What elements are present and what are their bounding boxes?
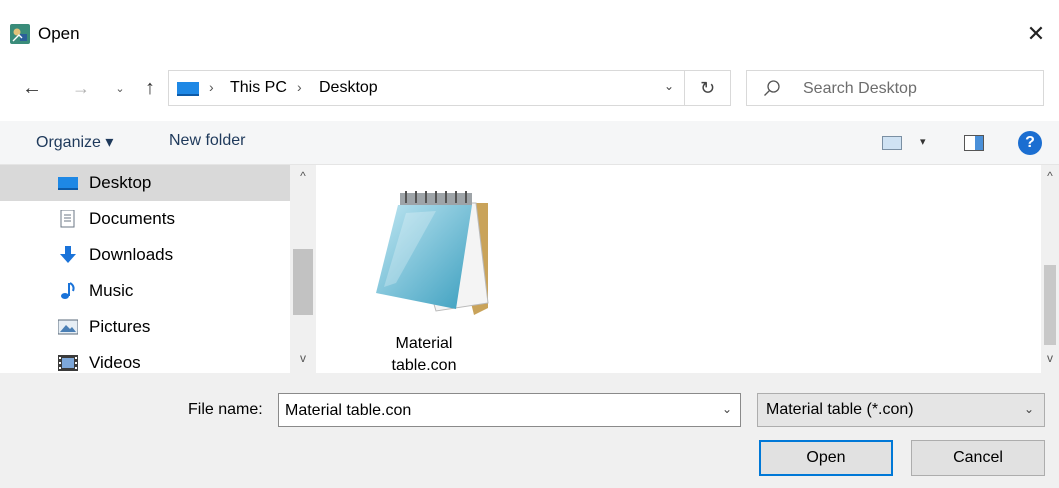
chevron-down-icon: ⌄ [115,82,125,95]
file-list: Material table.con ^ v [316,165,1059,374]
file-name-line: Material [395,335,453,352]
file-name-combobox[interactable]: ⌄ [278,393,741,427]
file-name-field-label: File name: [188,401,263,418]
nav-item-videos[interactable]: Videos [0,345,290,373]
scroll-down-icon[interactable]: v [290,351,316,365]
file-item[interactable]: Material table.con [344,179,504,374]
dialog-footer: File name: ⌄ Material table (*.con) ⌄ Op… [0,373,1059,488]
notepad-file-icon [376,191,489,315]
title-bar: Open ✕ [0,0,1059,66]
search-icon [764,80,780,96]
up-button[interactable]: ↑ [140,74,160,102]
videos-icon [58,355,78,371]
scrollbar-thumb[interactable] [293,249,313,315]
nav-item-label: Pictures [89,317,151,336]
address-bar[interactable]: › This PC › Desktop ⌄ [168,70,685,106]
file-type-select[interactable]: Material table (*.con) ⌄ [757,393,1045,427]
search-box[interactable] [746,70,1044,106]
preview-pane-icon[interactable] [964,135,984,151]
forward-button[interactable]: → [70,74,92,102]
navigation-bar: ← → ⌄ ↑ › This PC › Desktop ⌄ ↻ [0,66,1059,110]
breadcrumb-this-pc[interactable]: This PC [230,79,287,97]
cancel-button[interactable]: Cancel [911,440,1045,476]
chevron-down-icon[interactable]: ⌄ [722,402,732,416]
documents-icon [60,210,75,228]
breadcrumb-separator-icon[interactable]: › [297,79,302,95]
nav-item-music[interactable]: Music [0,273,290,309]
recent-locations-button[interactable]: ⌄ [112,74,128,102]
music-icon [61,282,75,299]
breadcrumb-desktop[interactable]: Desktop [319,79,378,97]
close-button[interactable]: ✕ [1013,14,1059,54]
app-icon [10,24,30,44]
nav-item-documents[interactable]: Documents [0,201,290,237]
change-view-icon[interactable] [882,136,902,150]
open-button[interactable]: Open [759,440,893,476]
nav-item-pictures[interactable]: Pictures [0,309,290,345]
nav-pane-scrollbar[interactable]: ^ v [290,165,316,373]
file-name-input[interactable] [285,400,705,422]
organize-menu-button[interactable]: Organize ▾ [36,132,113,152]
arrow-up-icon: ↑ [145,76,155,99]
arrow-right-icon: → [72,77,90,98]
arrow-left-icon: ← [22,76,42,99]
nav-item-label: Videos [89,353,141,372]
window-title: Open [38,24,80,43]
nav-item-label: Music [89,281,134,300]
nav-item-downloads[interactable]: Downloads [0,237,290,273]
nav-item-label: Desktop [89,173,152,192]
nav-item-desktop[interactable]: Desktop [0,165,290,201]
nav-item-label: Documents [89,209,175,228]
file-name-label: Material table.con [344,333,504,377]
file-name-line: table.con [391,357,457,374]
command-toolbar: Organize ▾ New folder ▾ ? [0,121,1059,165]
new-folder-button[interactable]: New folder [169,132,245,150]
nav-item-label: Downloads [89,245,174,264]
scroll-down-icon[interactable]: v [1041,351,1059,365]
refresh-icon: ↻ [699,77,716,98]
navigation-pane: Desktop Documents Downloads Music Pictur… [0,165,316,373]
pictures-icon [58,319,78,335]
this-pc-icon [177,82,199,96]
downloads-icon [60,246,76,263]
scroll-up-icon[interactable]: ^ [1041,169,1059,183]
back-button[interactable]: ← [18,74,46,102]
chevron-down-icon: ⌄ [1023,402,1034,416]
file-list-scrollbar[interactable]: ^ v [1041,165,1059,373]
desktop-icon [58,177,78,190]
view-options-dropdown-icon[interactable]: ▾ [920,135,926,148]
close-icon: ✕ [1026,21,1046,46]
help-icon[interactable]: ? [1018,131,1042,155]
refresh-button[interactable]: ↻ [685,70,731,106]
scrollbar-thumb[interactable] [1044,265,1056,345]
address-dropdown-icon[interactable]: ⌄ [664,79,674,93]
file-type-value: Material table (*.con) [766,401,914,418]
breadcrumb-separator-icon[interactable]: › [209,79,214,95]
search-input[interactable] [803,78,1033,100]
scroll-up-icon[interactable]: ^ [290,169,316,183]
